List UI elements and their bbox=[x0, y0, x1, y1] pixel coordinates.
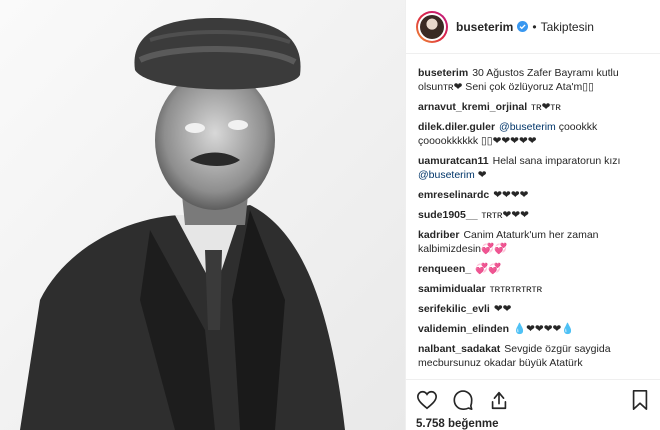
comment-text: 💞💞 bbox=[475, 263, 502, 275]
comment-item: arnavut_kremi_orjinal ᴛʀ❤ᴛʀ bbox=[418, 100, 648, 114]
comment-username[interactable]: samimidualar bbox=[418, 283, 486, 295]
comment-username[interactable]: nalbant_sadakat bbox=[418, 343, 500, 355]
comment-username[interactable]: sude1905__ bbox=[418, 209, 478, 221]
comment-item: kadriber Canim Ataturk'um her zaman kalbi… bbox=[418, 228, 648, 256]
share-icon[interactable] bbox=[488, 389, 510, 411]
comment-text: Helal sana imparatorun kızı bbox=[492, 155, 621, 167]
comment-username[interactable]: renqueen_ bbox=[418, 263, 471, 275]
comment-username[interactable]: dilek.diler.guler bbox=[418, 121, 495, 133]
comment-item: uamuratcan11 Helal sana imparatorun kızı … bbox=[418, 154, 648, 182]
comment-text: ❤❤❤❤ bbox=[493, 189, 529, 201]
portrait-photo-art bbox=[0, 0, 405, 430]
bookmark-icon[interactable] bbox=[630, 389, 650, 411]
comment-item: nalbant_sadakat Sevgide özgür saygida mec… bbox=[418, 342, 648, 370]
instagram-post: buseterim • Takiptesin buseterim 30 Ağust… bbox=[0, 0, 660, 430]
avatar[interactable] bbox=[416, 10, 448, 43]
comment-item: renqueen_ 💞💞 bbox=[418, 262, 648, 276]
comment-username[interactable]: emreselinardc bbox=[418, 189, 489, 201]
post-header: buseterim • Takiptesin bbox=[406, 0, 660, 54]
comment-text: ❤❤ bbox=[493, 303, 512, 315]
comments-list[interactable]: buseterim 30 Ağustos Zafer Bayramı kutlu … bbox=[406, 54, 660, 379]
comment-text: ᴛʀᴛʀ❤❤❤ bbox=[481, 209, 529, 221]
comment-item: sude1905__ ᴛʀᴛʀ❤❤❤ bbox=[418, 208, 648, 222]
likes-count[interactable]: 5.758 beğenme bbox=[416, 418, 650, 430]
action-icons bbox=[416, 388, 650, 412]
post-photo[interactable] bbox=[0, 0, 406, 430]
comment-item: emreselinardc ❤❤❤❤ bbox=[418, 188, 648, 202]
post-actions: 5.758 beğenme bbox=[406, 379, 660, 430]
follow-status[interactable]: Takiptesin bbox=[541, 20, 594, 34]
comment-mention[interactable]: @buseterim bbox=[499, 121, 556, 133]
comment-text-2: ❤ bbox=[477, 169, 487, 181]
header-separator: • bbox=[532, 19, 537, 34]
heart-icon[interactable] bbox=[416, 389, 438, 411]
caption-username[interactable]: buseterim bbox=[418, 67, 468, 79]
comment-username[interactable]: uamuratcan11 bbox=[418, 155, 489, 167]
verified-badge-icon bbox=[517, 21, 529, 32]
post-sidebar: buseterim • Takiptesin buseterim 30 Ağust… bbox=[406, 0, 660, 430]
comment-mention[interactable]: @buseterim bbox=[418, 169, 475, 181]
comment-username[interactable]: validemin_elinden bbox=[418, 323, 509, 335]
comment-icon[interactable] bbox=[452, 389, 474, 411]
comment-username[interactable]: arnavut_kremi_orjinal bbox=[418, 101, 527, 113]
comment-text: 💧❤❤❤❤💧 bbox=[513, 323, 575, 335]
comment-username[interactable]: serifekilic_evli bbox=[418, 303, 490, 315]
header-username[interactable]: buseterim bbox=[456, 20, 513, 34]
comment-item: validemin_elinden 💧❤❤❤❤💧 bbox=[418, 322, 648, 336]
comment-item: dilek.diler.guler @buseterim çoookkk çooo… bbox=[418, 120, 648, 148]
comment-item: serifekilic_evli ❤❤ bbox=[418, 302, 648, 316]
comment-item: samimidualar ᴛʀᴛʀᴛʀᴛʀᴛʀ bbox=[418, 282, 648, 296]
caption: buseterim 30 Ağustos Zafer Bayramı kutlu … bbox=[418, 66, 648, 94]
comment-text: ᴛʀᴛʀᴛʀᴛʀᴛʀ bbox=[489, 283, 543, 295]
comment-text: ᴛʀ❤ᴛʀ bbox=[531, 101, 561, 113]
comment-username[interactable]: kadriber bbox=[418, 229, 459, 241]
